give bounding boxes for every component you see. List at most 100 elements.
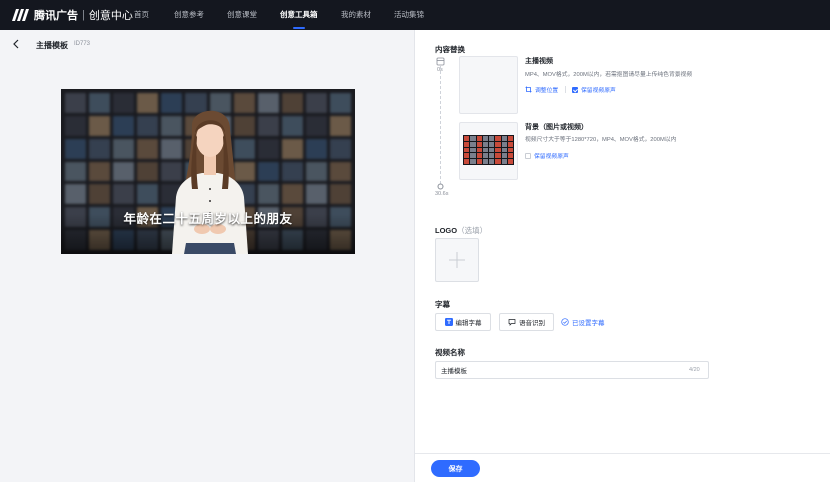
subtitle-set-status[interactable]: 已设置字幕 <box>561 317 605 327</box>
tv-wall-tile <box>65 138 87 159</box>
thumbnail-tile <box>489 153 495 159</box>
back-arrow-icon[interactable] <box>10 38 22 50</box>
thumbnail-tile <box>507 136 513 141</box>
top-nav-bar: 腾讯广告 | 创意中心 首页 创意参考 创意课堂 创意工具箱 我的素材 活动集锦 <box>0 0 830 30</box>
nav-item-creative-toolbox[interactable]: 创意工具箱 <box>280 0 318 30</box>
timeline-end-label: 30.6s <box>435 191 449 197</box>
tv-wall-tile <box>305 115 327 136</box>
tv-wall-tile <box>137 115 159 136</box>
tv-wall-tile <box>137 161 159 182</box>
save-button[interactable]: 保存 <box>431 460 480 477</box>
speech-recognition-label: 语音识别 <box>519 320 545 327</box>
check-circle-icon <box>561 318 569 326</box>
tv-wall-tile <box>305 138 327 159</box>
footer-divider <box>415 453 830 454</box>
logo-upload-button[interactable] <box>435 238 479 282</box>
thumbnail-tile <box>489 159 495 164</box>
anchor-video-desc: MP4、MOV格式，200M以内，若需抠图请尽量上传纯色背景视频 <box>525 72 693 78</box>
thumbnail-tile <box>464 153 470 159</box>
tv-wall-tile <box>65 93 87 113</box>
nav-item-creative-class[interactable]: 创意课堂 <box>227 0 257 30</box>
presenter-figure <box>172 110 248 254</box>
crop-icon <box>525 86 532 93</box>
thumbnail-tile <box>464 141 470 147</box>
thumbnail-tile <box>476 136 482 141</box>
video-preview[interactable]: 年龄在二十五周岁以上的朋友 <box>61 89 355 254</box>
keep-audio-label: 保留视频原声 <box>534 154 569 160</box>
adjust-position-label: 调整位置 <box>535 88 559 94</box>
thumbnail-tile <box>495 159 501 164</box>
keep-audio-checkbox-background[interactable]: 保留视频原声 <box>525 151 569 160</box>
text-t-icon <box>444 318 453 326</box>
thumbnail-tile <box>476 141 482 147</box>
template-id: ID773 <box>74 41 91 47</box>
nav-item-events[interactable]: 活动集锦 <box>394 0 424 30</box>
background-title: 背景（图片或视频） <box>525 124 588 131</box>
nav-item-my-assets[interactable]: 我的素材 <box>341 0 371 30</box>
tv-wall-tile <box>281 184 303 205</box>
tv-wall-tile <box>113 115 135 136</box>
tv-wall-tile <box>89 138 111 159</box>
tv-wall-tile <box>305 161 327 182</box>
tv-wall-tile <box>89 184 111 205</box>
tv-wall-tile <box>89 93 111 113</box>
page-title: 主播模板 <box>36 41 68 50</box>
thumbnail-tile <box>470 136 476 141</box>
tv-wall-tile <box>257 138 279 159</box>
anchor-video-thumbnail[interactable] <box>459 56 518 114</box>
logo-optional-hint: （选填） <box>457 226 488 235</box>
thumbnail-tile <box>507 147 513 153</box>
background-thumbnail[interactable] <box>459 122 518 180</box>
thumbnail-tile <box>495 153 501 159</box>
video-name-input[interactable] <box>435 361 709 379</box>
thumbnail-tile <box>501 159 507 164</box>
thumbnail-tile <box>470 159 476 164</box>
thumbnail-tile <box>507 141 513 147</box>
keep-audio-label: 保留视频原声 <box>581 88 616 94</box>
thumbnail-tile <box>470 153 476 159</box>
video-subtitle: 年龄在二十五周岁以上的朋友 <box>123 212 293 226</box>
tv-wall-tile <box>305 93 327 113</box>
tv-wall-tile <box>257 115 279 136</box>
thumbnail-tile <box>507 153 513 159</box>
adjust-position-link[interactable]: 调整位置 <box>525 85 558 94</box>
keep-audio-checkbox-anchor[interactable]: 保留视频原声 <box>572 85 616 94</box>
tv-wall-tile <box>113 138 135 159</box>
checkbox-unchecked-icon <box>525 152 531 159</box>
thumbnail-tile <box>501 153 507 159</box>
clip-icon <box>436 57 445 66</box>
tv-wall-tile <box>89 161 111 182</box>
thumbnail-tile <box>501 141 507 147</box>
thumbnail-tile <box>501 136 507 141</box>
thumbnail-tile <box>489 141 495 147</box>
edit-subtitle-button[interactable]: 编辑字幕 <box>435 313 491 331</box>
logo-title: LOGO <box>435 226 458 235</box>
main-nav: 首页 创意参考 创意课堂 创意工具箱 我的素材 活动集锦 <box>0 0 830 30</box>
tv-wall-tile <box>329 161 351 182</box>
speech-recognition-button[interactable]: 语音识别 <box>499 313 554 331</box>
thumbnail-tile <box>482 153 488 159</box>
tv-wall-tile <box>281 115 303 136</box>
tv-wall-tile <box>137 93 159 113</box>
tv-wall-tile <box>65 184 87 205</box>
tv-wall-tile <box>329 184 351 205</box>
video-name-char-counter: 4/20 <box>689 367 700 373</box>
thumbnail-tile <box>470 141 476 147</box>
tv-wall-tile <box>281 161 303 182</box>
thumbnail-tile <box>476 153 482 159</box>
tv-wall-tile <box>257 93 279 113</box>
nav-item-home[interactable]: 首页 <box>134 0 149 30</box>
thumbnail-tile <box>501 147 507 153</box>
tv-wall-tile <box>305 184 327 205</box>
option-divider <box>565 86 566 93</box>
anchor-video-title: 主播视频 <box>525 58 553 65</box>
tv-wall-tile <box>329 115 351 136</box>
thumbnail-tile <box>482 159 488 164</box>
tv-wall-tile <box>137 138 159 159</box>
subtitle-status-label: 已设置字幕 <box>572 320 605 327</box>
tv-wall-tile <box>329 93 351 113</box>
nav-item-creative-reference[interactable]: 创意参考 <box>174 0 204 30</box>
thumbnail-tile <box>464 136 470 141</box>
timeline-track <box>440 66 441 184</box>
tv-wall-tile <box>65 161 87 182</box>
